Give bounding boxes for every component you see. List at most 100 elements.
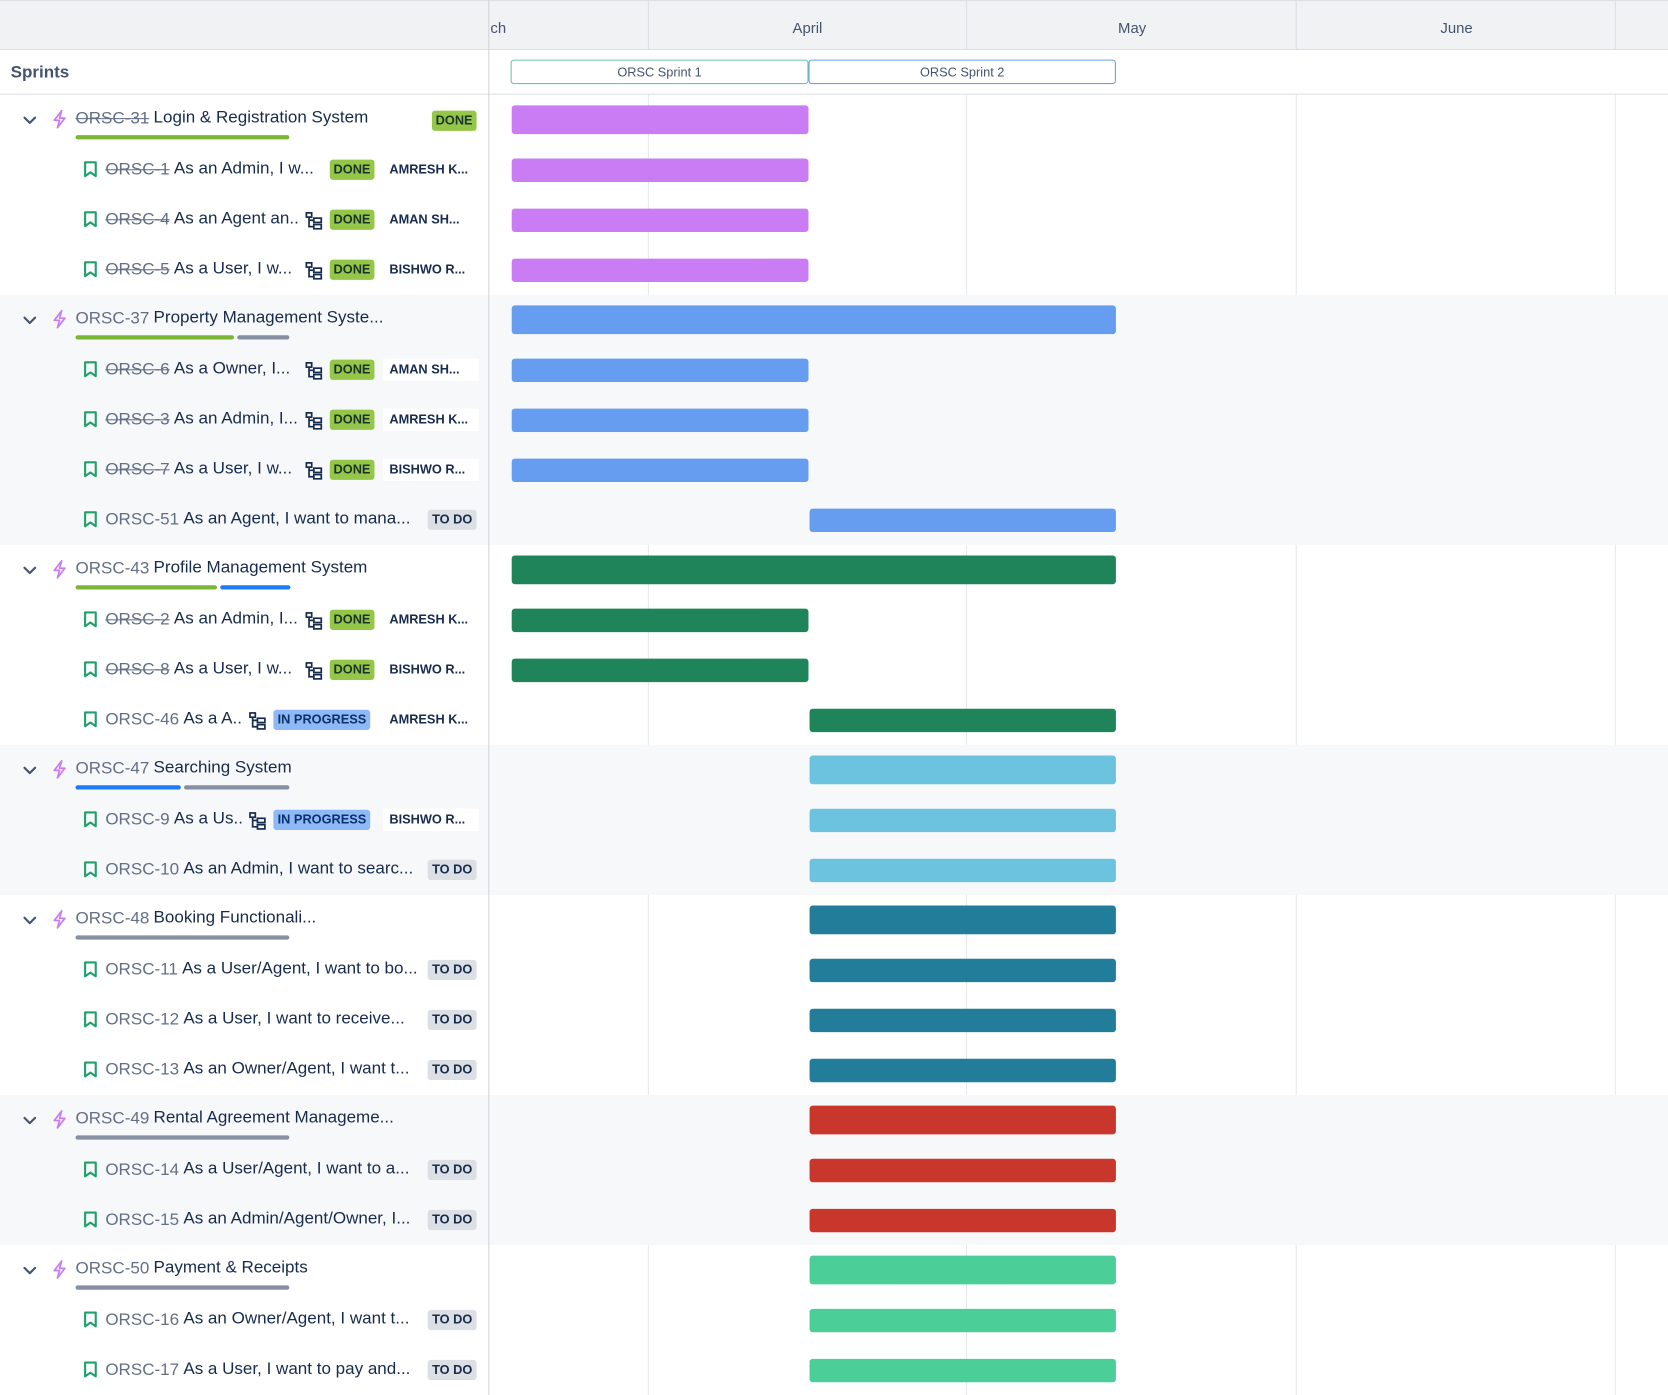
assignee-name[interactable]: AMRESH K... [382, 708, 479, 732]
story-row[interactable]: ORSC-1 As an Admin, I w... DONE AMRESH K... [0, 145, 489, 195]
epic-row[interactable]: ORSC-31 Login & Registration System DONE [0, 95, 489, 145]
story-title[interactable]: As a A... [183, 710, 243, 729]
status-badge[interactable]: IN PROGRESS [273, 809, 371, 830]
story-timeline-bar[interactable] [809, 808, 1116, 833]
story-timeline-bar[interactable] [809, 1158, 1116, 1183]
assignee-name[interactable]: BISHWO R... [382, 658, 479, 682]
story-timeline-bar[interactable] [809, 1208, 1116, 1233]
story-timeline-bar[interactable] [511, 258, 809, 282]
issue-key[interactable]: ORSC-16 [105, 1311, 179, 1330]
story-title[interactable]: As an Admin, I... [174, 610, 298, 629]
story-row[interactable]: ORSC-9 As a Us... IN PROGRESS BISHWO R... [0, 795, 489, 845]
issue-key[interactable]: ORSC-3 [105, 411, 169, 430]
issue-key[interactable]: ORSC-1 [105, 161, 169, 180]
story-timeline-bar[interactable] [809, 858, 1116, 883]
chevron-down-icon[interactable] [22, 1113, 37, 1128]
story-row[interactable]: ORSC-17 As a User, I want to pay and... TO… [0, 1345, 489, 1395]
issue-key[interactable]: ORSC-46 [105, 711, 179, 730]
story-row[interactable]: ORSC-15 As an Admin/Agent/Owner, I... TO D… [0, 1195, 489, 1245]
story-title[interactable]: As an Owner/Agent, I want t... [183, 1310, 409, 1329]
epic-row[interactable]: ORSC-37 Property Management Syste... [0, 295, 489, 345]
status-badge[interactable]: DONE [329, 409, 375, 430]
epic-title[interactable]: Rental Agreement Manageme... [154, 1109, 394, 1128]
issue-key[interactable]: ORSC-47 [76, 760, 150, 779]
assignee-name[interactable]: AMRESH K... [382, 408, 479, 431]
epic-row[interactable]: ORSC-48 Booking Functionali... [0, 895, 489, 945]
story-title[interactable]: As a User, I w... [174, 660, 292, 679]
story-title[interactable]: As an Admin, I want to searc... [183, 860, 413, 879]
epic-title[interactable]: Login & Registration System [154, 109, 369, 128]
story-row[interactable]: ORSC-13 As an Owner/Agent, I want t... TO … [0, 1045, 489, 1095]
story-title[interactable]: As an Admin, I... [174, 410, 298, 429]
issue-key[interactable]: ORSC-2 [105, 611, 169, 630]
story-title[interactable]: As an Agent an... [174, 210, 300, 229]
status-badge[interactable]: TO DO [427, 1309, 477, 1331]
assignee-name[interactable]: AMAN SH... [382, 358, 479, 381]
story-timeline-bar[interactable] [511, 208, 809, 232]
status-badge[interactable]: IN PROGRESS [273, 709, 371, 730]
story-title[interactable]: As a User/Agent, I want to a... [183, 1160, 409, 1179]
story-title[interactable]: As a Owner, I... [174, 360, 290, 379]
issue-key[interactable]: ORSC-9 [105, 811, 169, 830]
story-row[interactable]: ORSC-2 As an Admin, I... DONE AMRESH K... [0, 595, 489, 645]
chevron-down-icon[interactable] [22, 113, 37, 128]
status-badge[interactable]: TO DO [427, 509, 477, 530]
issue-key[interactable]: ORSC-10 [105, 861, 179, 880]
story-timeline-bar[interactable] [809, 708, 1116, 733]
story-timeline-bar[interactable] [511, 658, 809, 683]
story-row[interactable]: ORSC-3 As an Admin, I... DONE AMRESH K... [0, 395, 489, 445]
assignee-name[interactable]: AMRESH K... [382, 608, 479, 632]
status-badge[interactable]: TO DO [427, 1159, 477, 1181]
story-title[interactable]: As a User/Agent, I want to bo... [182, 960, 418, 979]
story-row[interactable]: ORSC-10 As an Admin, I want to searc... TO… [0, 845, 489, 895]
story-row[interactable]: ORSC-46 As a A... IN PROGRESS AMRESH K... [0, 695, 489, 745]
issue-key[interactable]: ORSC-4 [105, 211, 169, 230]
assignee-name[interactable]: BISHWO R... [382, 808, 479, 832]
issue-key[interactable]: ORSC-11 [105, 961, 178, 980]
story-timeline-bar[interactable] [511, 158, 809, 182]
issue-key[interactable]: ORSC-14 [105, 1161, 179, 1180]
story-row[interactable]: ORSC-51 As an Agent, I want to mana... TO … [0, 495, 489, 545]
status-badge[interactable]: DONE [329, 359, 375, 380]
sprint-chip[interactable]: ORSC Sprint 1 [510, 59, 809, 85]
story-row[interactable]: ORSC-16 As an Owner/Agent, I want t... TO … [0, 1295, 489, 1345]
issue-key[interactable]: ORSC-37 [76, 310, 150, 329]
issue-key[interactable]: ORSC-17 [105, 1361, 179, 1380]
epic-title[interactable]: Payment & Receipts [154, 1259, 308, 1278]
story-title[interactable]: As an Agent, I want to mana... [183, 510, 410, 529]
chevron-down-icon[interactable] [22, 563, 37, 578]
story-title[interactable]: As a User, I w... [174, 260, 292, 279]
story-timeline-bar[interactable] [809, 1058, 1116, 1083]
story-row[interactable]: ORSC-11 As a User/Agent, I want to bo... T… [0, 945, 489, 995]
chevron-down-icon[interactable] [22, 763, 37, 778]
epic-timeline-bar[interactable] [511, 105, 809, 135]
story-row[interactable]: ORSC-4 As an Agent an... DONE AMAN SH... [0, 195, 489, 245]
panel-divider[interactable] [488, 0, 490, 1395]
status-badge[interactable]: DONE [431, 110, 477, 131]
chevron-down-icon[interactable] [22, 1263, 37, 1278]
story-title[interactable]: As a User, I want to pay and... [183, 1360, 410, 1379]
status-badge[interactable]: TO DO [427, 959, 477, 981]
issue-key[interactable]: ORSC-49 [76, 1110, 150, 1129]
story-timeline-bar[interactable] [809, 958, 1116, 983]
issue-key[interactable]: ORSC-48 [76, 910, 150, 929]
epic-timeline-bar[interactable] [809, 1255, 1116, 1285]
issue-key[interactable]: ORSC-50 [76, 1260, 150, 1279]
issue-key[interactable]: ORSC-8 [105, 661, 169, 680]
chevron-down-icon[interactable] [22, 913, 37, 928]
status-badge[interactable]: TO DO [427, 1059, 477, 1081]
assignee-name[interactable]: AMAN SH... [382, 208, 479, 231]
issue-key[interactable]: ORSC-13 [105, 1061, 179, 1080]
epic-title[interactable]: Booking Functionali... [154, 909, 317, 928]
story-title[interactable]: As an Admin/Agent/Owner, I... [183, 1210, 410, 1229]
status-badge[interactable]: DONE [329, 659, 375, 680]
story-timeline-bar[interactable] [809, 508, 1116, 533]
story-title[interactable]: As an Owner/Agent, I want t... [183, 1060, 409, 1079]
status-badge[interactable]: DONE [329, 259, 375, 280]
status-badge[interactable]: DONE [329, 159, 375, 180]
assignee-name[interactable]: BISHWO R... [382, 258, 479, 281]
epic-row[interactable]: ORSC-47 Searching System [0, 745, 489, 795]
status-badge[interactable]: TO DO [427, 1209, 477, 1231]
issue-key[interactable]: ORSC-7 [105, 461, 169, 480]
status-badge[interactable]: DONE [329, 459, 375, 480]
